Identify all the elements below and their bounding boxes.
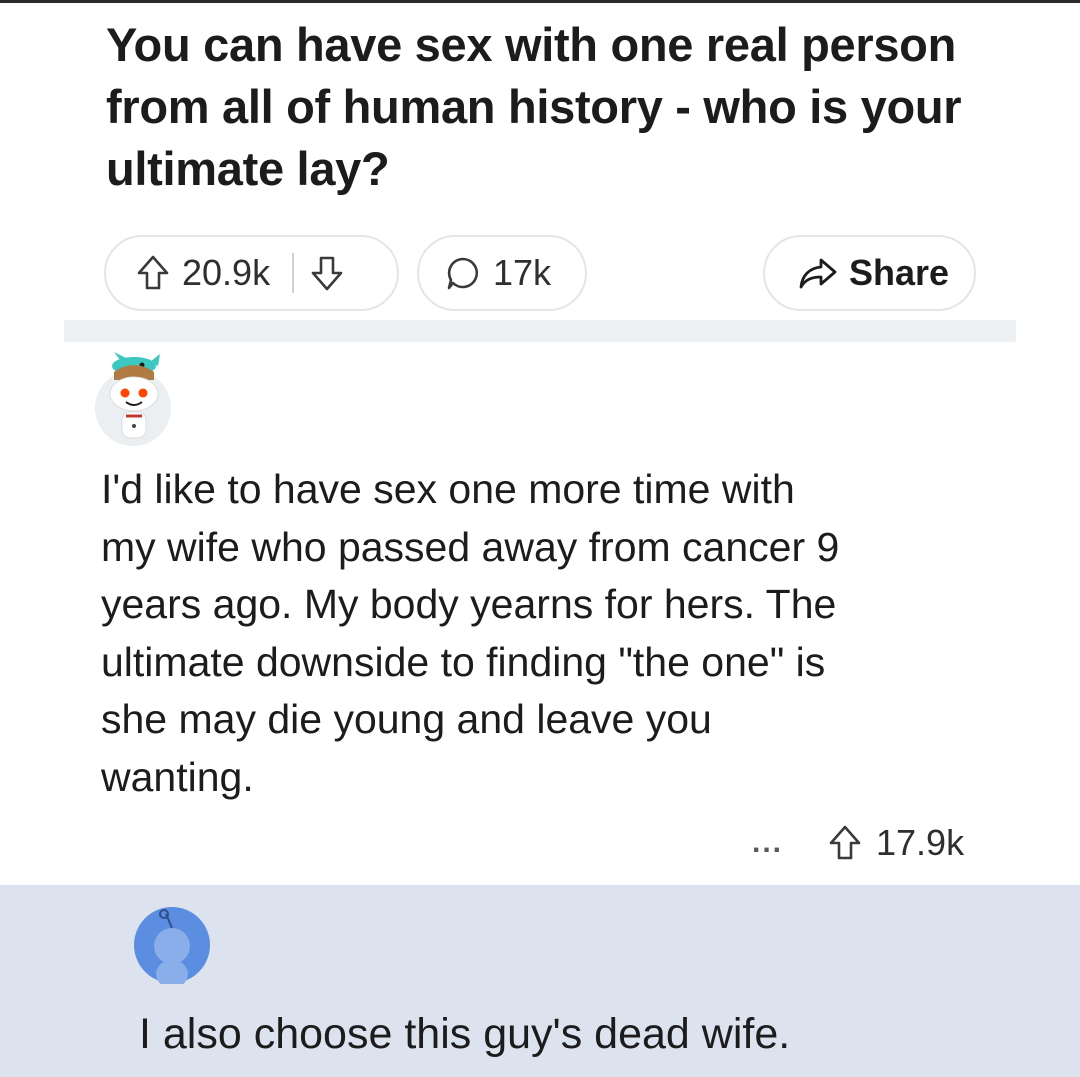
share-icon (797, 256, 839, 290)
reply-avatar[interactable] (133, 906, 211, 988)
more-options-button[interactable]: ... (752, 826, 783, 860)
vote-bar: 20.9k (104, 235, 399, 311)
comment-count: 17k (493, 252, 552, 293)
upvote-icon[interactable] (828, 824, 862, 862)
comment-icon (445, 255, 481, 291)
share-button[interactable]: Share (763, 235, 976, 311)
top-divider (0, 0, 1080, 3)
section-separator (64, 320, 1016, 342)
share-label: Share (849, 252, 950, 293)
post-upvote-count: 20.9k (182, 252, 271, 293)
avatar-icon (95, 352, 171, 446)
comment-upvote-count: 17.9k (876, 822, 965, 863)
post-title: You can have sex with one real person fr… (106, 18, 962, 195)
comments-button[interactable]: 17k (417, 235, 587, 311)
commenter-avatar[interactable] (92, 350, 182, 450)
comment-vote: 17.9k (828, 822, 964, 864)
downvote-icon[interactable] (310, 254, 344, 292)
avatar-icon (134, 907, 210, 988)
vote-divider (292, 253, 295, 293)
reply-text: I also choose this guy's dead wife. (139, 1010, 791, 1058)
comment-text: I'd like to have sex one more time with … (101, 466, 840, 800)
upvote-icon[interactable] (136, 254, 170, 292)
